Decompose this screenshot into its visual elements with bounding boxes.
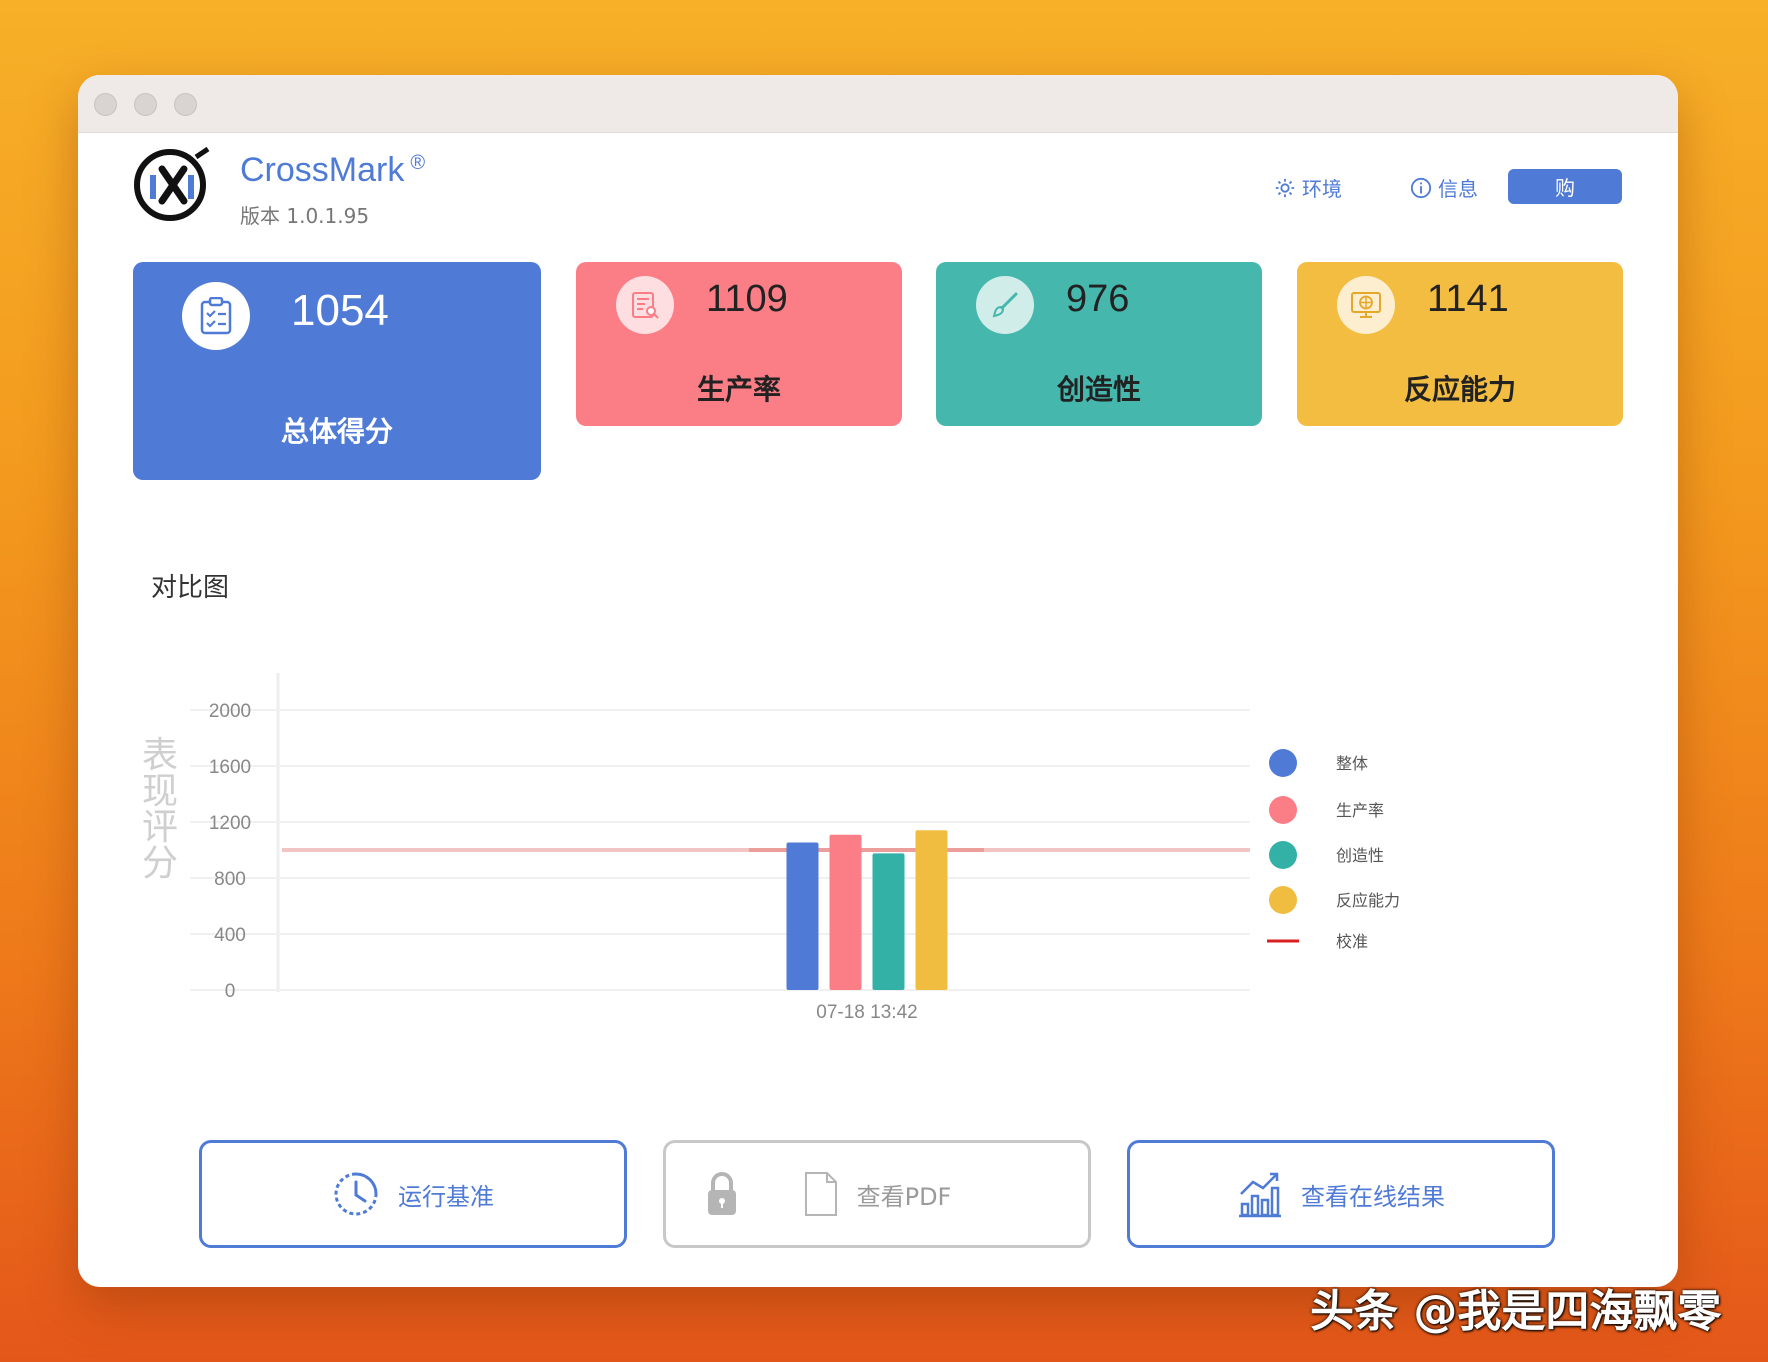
- x-tick-label: 07-18 13:42: [816, 1002, 917, 1023]
- comparison-bar-chart: 0 400 800 1200 1600 2000 表现评分 07-18 13:42 整体生产率创…: [142, 673, 1400, 1023]
- bar-4: [915, 830, 948, 990]
- watermark-text: 头条 @我是四海飘零: [1310, 1286, 1722, 1337]
- y-tick-label: 0: [225, 981, 236, 1002]
- creativity-score-label: 创造性: [1056, 373, 1141, 406]
- y-axis-label-char: 表: [142, 735, 178, 776]
- view-online-results-label: 查看在线结果: [1301, 1182, 1445, 1211]
- run-benchmark-button[interactable]: 运行基准: [199, 1140, 627, 1248]
- responsiveness-score-value: 1141: [1427, 278, 1509, 320]
- y-tick-label: 1200: [209, 813, 251, 834]
- y-tick-label: 2000: [209, 701, 251, 722]
- legend-label: 整体: [1336, 754, 1368, 773]
- info-icon: [1410, 177, 1432, 198]
- bar-3: [872, 853, 905, 990]
- productivity-score-card: 1109 生产率: [576, 262, 902, 426]
- y-tick-label: 1600: [209, 757, 251, 778]
- clipboard-check-icon: [182, 282, 250, 350]
- bar-2: [829, 834, 862, 990]
- monitor-globe-icon: [1337, 276, 1395, 334]
- pdf-file-icon: [804, 1172, 837, 1216]
- app-window: CrossMark ® 版本 1.0.1.95 环境 信息 购 1054 总体得…: [78, 75, 1678, 1287]
- y-tick-label: 800: [214, 869, 246, 890]
- environment-label: 环境: [1302, 177, 1342, 201]
- legend-label: 校准: [1336, 932, 1368, 951]
- crossmark-logo-icon: [134, 146, 210, 221]
- view-online-results-button[interactable]: 查看在线结果: [1127, 1140, 1555, 1248]
- overall-score-card: 1054 总体得分: [133, 262, 541, 480]
- app-header: CrossMark ® 版本 1.0.1.95 环境 信息 购: [78, 133, 1678, 243]
- close-window-button[interactable]: [94, 93, 117, 116]
- responsiveness-score-card: 1141 反应能力: [1297, 262, 1623, 426]
- y-axis-label-char: 评: [142, 807, 178, 848]
- legend-swatch: [1269, 796, 1297, 824]
- app-version: 版本 1.0.1.95: [240, 204, 370, 228]
- lock-icon: [708, 1172, 736, 1215]
- brush-icon: [976, 276, 1034, 334]
- comparison-chart-title: 对比图: [151, 573, 230, 603]
- clock-refresh-icon: [334, 1172, 378, 1216]
- info-label: 信息: [1438, 177, 1478, 201]
- environment-button[interactable]: 环境: [1274, 173, 1342, 202]
- app-name: CrossMark ®: [240, 151, 425, 190]
- y-tick-label: 400: [214, 925, 246, 946]
- y-axis-label-char: 分: [142, 843, 178, 884]
- creativity-score-card: 976 创造性: [936, 262, 1262, 426]
- legend-label: 反应能力: [1336, 891, 1400, 910]
- view-pdf-label: 查看PDF: [856, 1182, 952, 1211]
- bar-1: [786, 842, 819, 990]
- run-benchmark-label: 运行基准: [398, 1182, 494, 1211]
- view-pdf-button[interactable]: 查看PDF: [663, 1140, 1091, 1248]
- registered-mark: ®: [410, 151, 426, 174]
- productivity-score-value: 1109: [706, 278, 788, 320]
- title-bar: [78, 75, 1678, 133]
- legend-swatch: [1269, 749, 1297, 777]
- productivity-score-label: 生产率: [696, 373, 781, 406]
- zoom-window-button[interactable]: [174, 93, 197, 116]
- y-axis-label-char: 现: [142, 771, 178, 812]
- buy-button[interactable]: 购: [1508, 169, 1622, 204]
- app-name-text: CrossMark: [240, 151, 405, 189]
- legend-swatch: [1269, 886, 1297, 914]
- legend-label: 创造性: [1336, 846, 1384, 865]
- creativity-score-value: 976: [1066, 278, 1130, 320]
- responsiveness-score-label: 反应能力: [1403, 373, 1516, 406]
- legend-swatch: [1269, 841, 1297, 869]
- growth-chart-icon: [1239, 1172, 1281, 1218]
- info-button[interactable]: 信息: [1410, 173, 1478, 202]
- document-search-icon: [616, 276, 674, 334]
- legend-label: 生产率: [1336, 801, 1384, 820]
- overall-score-value: 1054: [291, 286, 389, 335]
- minimize-window-button[interactable]: [134, 93, 157, 116]
- gear-icon: [1275, 178, 1295, 197]
- overall-score-label: 总体得分: [280, 415, 393, 448]
